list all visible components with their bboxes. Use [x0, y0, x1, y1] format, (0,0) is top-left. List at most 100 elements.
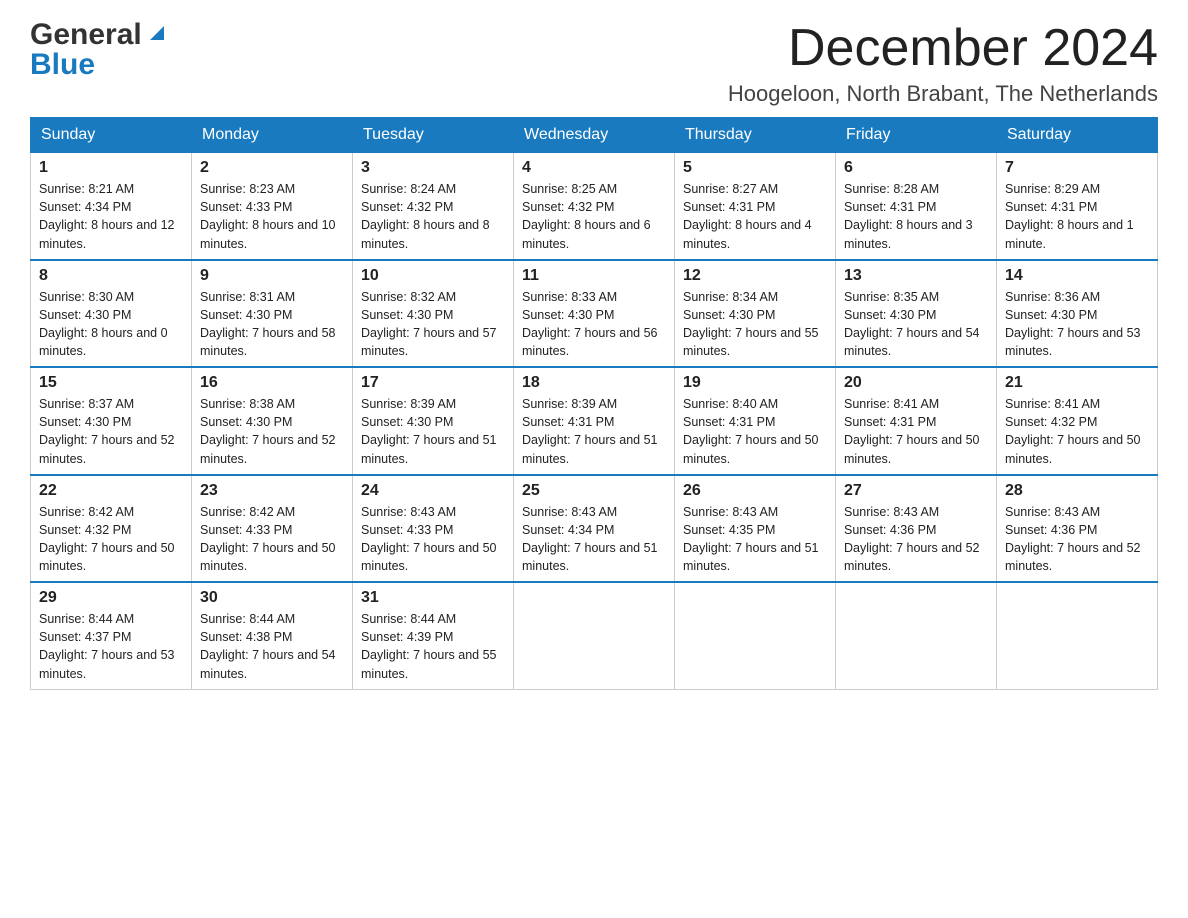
- day-number: 27: [844, 482, 988, 500]
- table-row: 25 Sunrise: 8:43 AM Sunset: 4:34 PM Dayl…: [514, 475, 675, 583]
- day-info: Sunrise: 8:41 AM Sunset: 4:31 PM Dayligh…: [844, 395, 988, 468]
- day-info: Sunrise: 8:43 AM Sunset: 4:35 PM Dayligh…: [683, 503, 827, 576]
- header-sunday: Sunday: [31, 118, 192, 153]
- table-row: 4 Sunrise: 8:25 AM Sunset: 4:32 PM Dayli…: [514, 153, 675, 260]
- day-number: 5: [683, 159, 827, 177]
- calendar-week-row: 29 Sunrise: 8:44 AM Sunset: 4:37 PM Dayl…: [31, 582, 1158, 689]
- page-header: General Blue December 2024 Hoogeloon, No…: [30, 20, 1158, 107]
- day-info: Sunrise: 8:35 AM Sunset: 4:30 PM Dayligh…: [844, 288, 988, 361]
- day-number: 17: [361, 374, 505, 392]
- day-number: 10: [361, 267, 505, 285]
- day-number: 16: [200, 374, 344, 392]
- day-number: 28: [1005, 482, 1149, 500]
- logo-general-text: General: [30, 20, 142, 50]
- day-number: 18: [522, 374, 666, 392]
- day-number: 19: [683, 374, 827, 392]
- day-number: 14: [1005, 267, 1149, 285]
- table-row: 27 Sunrise: 8:43 AM Sunset: 4:36 PM Dayl…: [836, 475, 997, 583]
- table-row: 17 Sunrise: 8:39 AM Sunset: 4:30 PM Dayl…: [353, 367, 514, 475]
- table-row: 1 Sunrise: 8:21 AM Sunset: 4:34 PM Dayli…: [31, 153, 192, 260]
- day-number: 15: [39, 374, 183, 392]
- table-row: 31 Sunrise: 8:44 AM Sunset: 4:39 PM Dayl…: [353, 582, 514, 689]
- day-info: Sunrise: 8:44 AM Sunset: 4:39 PM Dayligh…: [361, 610, 505, 683]
- calendar-week-row: 22 Sunrise: 8:42 AM Sunset: 4:32 PM Dayl…: [31, 475, 1158, 583]
- table-row: 13 Sunrise: 8:35 AM Sunset: 4:30 PM Dayl…: [836, 260, 997, 368]
- day-number: 1: [39, 159, 183, 177]
- header-wednesday: Wednesday: [514, 118, 675, 153]
- location-title: Hoogeloon, North Brabant, The Netherland…: [728, 81, 1158, 107]
- day-info: Sunrise: 8:28 AM Sunset: 4:31 PM Dayligh…: [844, 180, 988, 253]
- day-info: Sunrise: 8:43 AM Sunset: 4:36 PM Dayligh…: [844, 503, 988, 576]
- table-row: 2 Sunrise: 8:23 AM Sunset: 4:33 PM Dayli…: [192, 153, 353, 260]
- table-row: 14 Sunrise: 8:36 AM Sunset: 4:30 PM Dayl…: [997, 260, 1158, 368]
- day-number: 21: [1005, 374, 1149, 392]
- day-info: Sunrise: 8:30 AM Sunset: 4:30 PM Dayligh…: [39, 288, 183, 361]
- table-row: 7 Sunrise: 8:29 AM Sunset: 4:31 PM Dayli…: [997, 153, 1158, 260]
- day-number: 6: [844, 159, 988, 177]
- day-info: Sunrise: 8:43 AM Sunset: 4:34 PM Dayligh…: [522, 503, 666, 576]
- logo-blue-text: Blue: [30, 48, 95, 81]
- table-row: 16 Sunrise: 8:38 AM Sunset: 4:30 PM Dayl…: [192, 367, 353, 475]
- day-number: 31: [361, 589, 505, 607]
- header-friday: Friday: [836, 118, 997, 153]
- table-row: 24 Sunrise: 8:43 AM Sunset: 4:33 PM Dayl…: [353, 475, 514, 583]
- table-row: 19 Sunrise: 8:40 AM Sunset: 4:31 PM Dayl…: [675, 367, 836, 475]
- day-number: 2: [200, 159, 344, 177]
- day-info: Sunrise: 8:41 AM Sunset: 4:32 PM Dayligh…: [1005, 395, 1149, 468]
- day-info: Sunrise: 8:43 AM Sunset: 4:36 PM Dayligh…: [1005, 503, 1149, 576]
- table-row: 15 Sunrise: 8:37 AM Sunset: 4:30 PM Dayl…: [31, 367, 192, 475]
- day-info: Sunrise: 8:23 AM Sunset: 4:33 PM Dayligh…: [200, 180, 344, 253]
- day-number: 30: [200, 589, 344, 607]
- day-info: Sunrise: 8:39 AM Sunset: 4:30 PM Dayligh…: [361, 395, 505, 468]
- day-number: 20: [844, 374, 988, 392]
- table-row: 10 Sunrise: 8:32 AM Sunset: 4:30 PM Dayl…: [353, 260, 514, 368]
- day-number: 3: [361, 159, 505, 177]
- day-info: Sunrise: 8:39 AM Sunset: 4:31 PM Dayligh…: [522, 395, 666, 468]
- day-info: Sunrise: 8:42 AM Sunset: 4:32 PM Dayligh…: [39, 503, 183, 576]
- table-row: 21 Sunrise: 8:41 AM Sunset: 4:32 PM Dayl…: [997, 367, 1158, 475]
- day-number: 12: [683, 267, 827, 285]
- calendar-week-row: 8 Sunrise: 8:30 AM Sunset: 4:30 PM Dayli…: [31, 260, 1158, 368]
- table-row: 23 Sunrise: 8:42 AM Sunset: 4:33 PM Dayl…: [192, 475, 353, 583]
- day-number: 8: [39, 267, 183, 285]
- table-row: 6 Sunrise: 8:28 AM Sunset: 4:31 PM Dayli…: [836, 153, 997, 260]
- header-tuesday: Tuesday: [353, 118, 514, 153]
- table-row: 30 Sunrise: 8:44 AM Sunset: 4:38 PM Dayl…: [192, 582, 353, 689]
- table-row: 8 Sunrise: 8:30 AM Sunset: 4:30 PM Dayli…: [31, 260, 192, 368]
- day-number: 13: [844, 267, 988, 285]
- day-info: Sunrise: 8:40 AM Sunset: 4:31 PM Dayligh…: [683, 395, 827, 468]
- day-info: Sunrise: 8:24 AM Sunset: 4:32 PM Dayligh…: [361, 180, 505, 253]
- day-info: Sunrise: 8:29 AM Sunset: 4:31 PM Dayligh…: [1005, 180, 1149, 253]
- day-info: Sunrise: 8:21 AM Sunset: 4:34 PM Dayligh…: [39, 180, 183, 253]
- day-info: Sunrise: 8:31 AM Sunset: 4:30 PM Dayligh…: [200, 288, 344, 361]
- day-info: Sunrise: 8:33 AM Sunset: 4:30 PM Dayligh…: [522, 288, 666, 361]
- table-row: 28 Sunrise: 8:43 AM Sunset: 4:36 PM Dayl…: [997, 475, 1158, 583]
- month-title: December 2024: [728, 20, 1158, 77]
- day-info: Sunrise: 8:38 AM Sunset: 4:30 PM Dayligh…: [200, 395, 344, 468]
- logo-triangle-icon: [146, 22, 168, 44]
- day-number: 4: [522, 159, 666, 177]
- calendar-week-row: 15 Sunrise: 8:37 AM Sunset: 4:30 PM Dayl…: [31, 367, 1158, 475]
- title-block: December 2024 Hoogeloon, North Brabant, …: [728, 20, 1158, 107]
- table-row: 3 Sunrise: 8:24 AM Sunset: 4:32 PM Dayli…: [353, 153, 514, 260]
- table-row: 20 Sunrise: 8:41 AM Sunset: 4:31 PM Dayl…: [836, 367, 997, 475]
- header-monday: Monday: [192, 118, 353, 153]
- table-row: [997, 582, 1158, 689]
- day-info: Sunrise: 8:36 AM Sunset: 4:30 PM Dayligh…: [1005, 288, 1149, 361]
- table-row: 5 Sunrise: 8:27 AM Sunset: 4:31 PM Dayli…: [675, 153, 836, 260]
- day-number: 23: [200, 482, 344, 500]
- day-number: 22: [39, 482, 183, 500]
- header-saturday: Saturday: [997, 118, 1158, 153]
- logo: General Blue: [30, 20, 168, 80]
- calendar-table: Sunday Monday Tuesday Wednesday Thursday…: [30, 117, 1158, 690]
- header-thursday: Thursday: [675, 118, 836, 153]
- table-row: [514, 582, 675, 689]
- calendar-header-row: Sunday Monday Tuesday Wednesday Thursday…: [31, 118, 1158, 153]
- day-info: Sunrise: 8:37 AM Sunset: 4:30 PM Dayligh…: [39, 395, 183, 468]
- day-number: 25: [522, 482, 666, 500]
- day-info: Sunrise: 8:32 AM Sunset: 4:30 PM Dayligh…: [361, 288, 505, 361]
- day-info: Sunrise: 8:44 AM Sunset: 4:38 PM Dayligh…: [200, 610, 344, 683]
- day-info: Sunrise: 8:42 AM Sunset: 4:33 PM Dayligh…: [200, 503, 344, 576]
- table-row: 12 Sunrise: 8:34 AM Sunset: 4:30 PM Dayl…: [675, 260, 836, 368]
- table-row: [675, 582, 836, 689]
